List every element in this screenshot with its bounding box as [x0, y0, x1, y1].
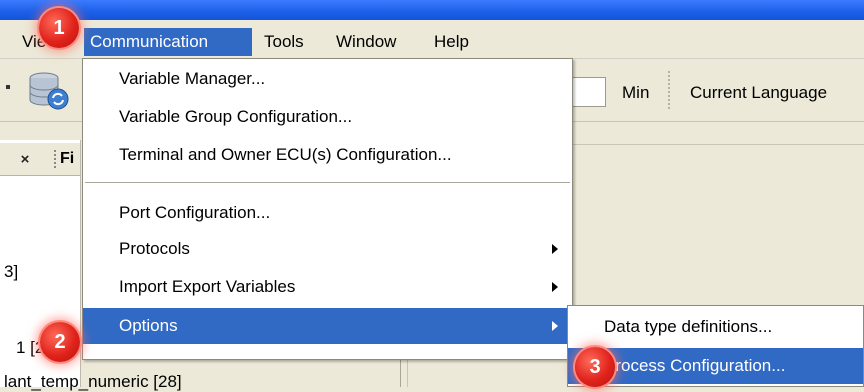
menu-item-options-label: Options [119, 316, 178, 335]
menu-item-protocols[interactable]: Protocols [83, 231, 572, 267]
menu-item-import-export-label: Import Export Variables [119, 277, 296, 296]
menu-window[interactable]: Window [330, 28, 402, 56]
tree-line[interactable]: 3] [4, 262, 18, 282]
tree-line[interactable]: lant_temp_numeric [28] [4, 372, 182, 392]
tab-label[interactable]: Fi [54, 150, 74, 168]
menu-item-data-type-definitions[interactable]: Data type definitions... [568, 309, 863, 345]
toolbar-separator [668, 71, 670, 109]
submenu-arrow-icon [552, 321, 558, 331]
menu-item-port-configuration[interactable]: Port Configuration... [83, 195, 572, 231]
toolbar-grip [6, 85, 10, 89]
database-sync-icon[interactable] [28, 71, 70, 111]
submenu-arrow-icon [552, 244, 558, 254]
min-label: Min [622, 83, 650, 102]
title-bar [0, 0, 864, 20]
step-badge-2: 2 [40, 322, 80, 362]
close-icon[interactable]: × [16, 151, 34, 169]
menu-item-variable-manager[interactable]: Variable Manager... [83, 61, 572, 97]
communication-menu: Variable Manager... Variable Group Confi… [82, 58, 573, 360]
step-badge-1: 1 [39, 8, 79, 48]
menu-help[interactable]: Help [428, 28, 475, 56]
menu-item-protocols-label: Protocols [119, 239, 190, 258]
menu-tools[interactable]: Tools [258, 28, 310, 56]
current-language-label: Current Language [690, 83, 828, 102]
submenu-arrow-icon [552, 282, 558, 292]
menu-item-options[interactable]: Options [83, 308, 572, 344]
menu-item-import-export-variables[interactable]: Import Export Variables [83, 269, 572, 305]
step-badge-3: 3 [575, 347, 615, 387]
panel-tab-strip: × Fi [0, 143, 80, 176]
menu-bar: View Communication Tools Window Help [0, 20, 864, 59]
menu-item-terminal-owner-ecu-configuration[interactable]: Terminal and Owner ECU(s) Configuration.… [83, 137, 572, 173]
menu-separator [85, 182, 570, 183]
menu-communication[interactable]: Communication [84, 28, 252, 56]
menu-item-variable-group-configuration[interactable]: Variable Group Configuration... [83, 99, 572, 135]
